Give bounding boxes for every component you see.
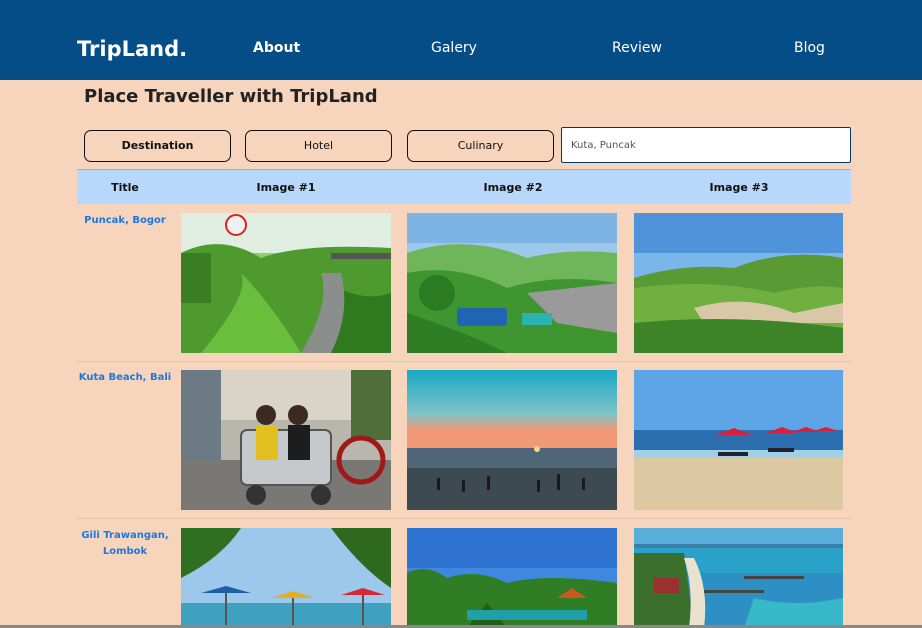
filter-culinary-button[interactable]: Culinary	[407, 130, 554, 162]
table-header: Title Image #1 Image #2 Image #3	[77, 169, 851, 204]
header-title: Title	[111, 181, 139, 194]
row-title-kuta[interactable]: Kuta Beach, Bali	[77, 370, 173, 386]
row-title-puncak[interactable]: Puncak, Bogor	[77, 213, 173, 229]
filter-hotel-button[interactable]: Hotel	[245, 130, 392, 162]
kuta-image-2	[407, 370, 617, 510]
top-navbar: TripLand. About Galery Review Blog	[0, 0, 922, 80]
puncak-image-2	[407, 213, 617, 353]
brand-logo[interactable]: TripLand.	[77, 37, 187, 61]
nav-link-about[interactable]: About	[253, 40, 300, 56]
filter-destination-button[interactable]: Destination	[84, 130, 231, 162]
header-image-1: Image #1	[256, 181, 316, 194]
header-image-2: Image #2	[483, 181, 543, 194]
gili-image-1	[181, 528, 391, 628]
kuta-image-1	[181, 370, 391, 510]
search-input[interactable]	[561, 127, 851, 163]
puncak-image-3	[634, 213, 844, 353]
nav-link-galery[interactable]: Galery	[431, 40, 477, 56]
nav-link-blog[interactable]: Blog	[794, 40, 825, 56]
gili-image-2	[407, 528, 617, 628]
page-title: Place Traveller with TripLand	[84, 86, 378, 107]
row-separator	[77, 518, 851, 519]
header-image-3: Image #3	[709, 181, 769, 194]
row-title-gili[interactable]: Gili Trawangan, Lombok	[77, 528, 173, 560]
gili-image-3	[634, 528, 844, 628]
kuta-image-3	[634, 370, 844, 510]
nav-link-review[interactable]: Review	[612, 40, 662, 56]
row-separator	[77, 361, 851, 362]
puncak-image-1	[181, 213, 391, 353]
